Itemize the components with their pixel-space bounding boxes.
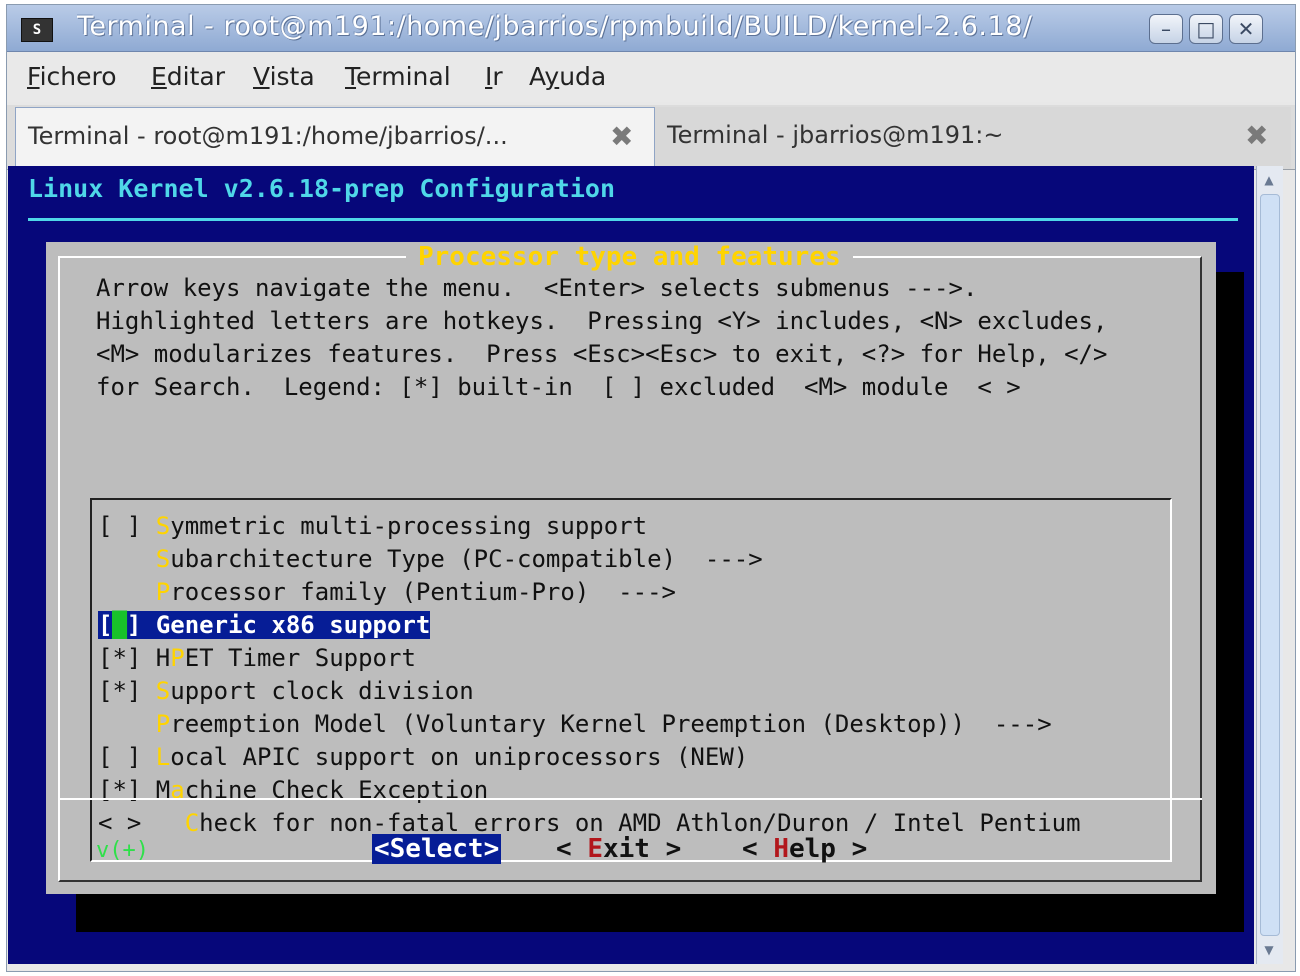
tab-label: Terminal - jbarrios@m191:~ bbox=[667, 121, 1004, 149]
dialog-title: Processor type and features bbox=[406, 242, 853, 272]
more-indicator: v(+) bbox=[96, 838, 149, 863]
help-text-line: Arrow keys navigate the menu. <Enter> se… bbox=[96, 274, 978, 302]
button-separator bbox=[58, 798, 1202, 800]
minimize-icon[interactable]: – bbox=[1149, 14, 1183, 44]
option-machine-check[interactable]: [*] Machine Check Exception bbox=[98, 776, 488, 808]
help-text-line: for Search. Legend: [*] built-in [ ] exc… bbox=[96, 373, 1021, 401]
header-rule bbox=[28, 218, 1238, 221]
menu-terminal[interactable]: Terminal bbox=[345, 62, 451, 91]
close-icon[interactable]: ✕ bbox=[1229, 14, 1263, 44]
option-preemption-model[interactable]: Preemption Model (Voluntary Kernel Preem… bbox=[98, 710, 1052, 742]
option-processor-family[interactable]: Processor family (Pentium-Pro) ---> bbox=[98, 578, 676, 610]
help-text-line: <M> modularizes features. Press <Esc><Es… bbox=[96, 340, 1108, 368]
select-button[interactable]: <Select> bbox=[372, 834, 502, 864]
tab-bar: Terminal - root@m191:/home/jbarrios/... … bbox=[7, 105, 1295, 170]
options-list: [ ] Symmetric multi-processing support S… bbox=[90, 498, 1172, 863]
option-clock-division[interactable]: [*] Support clock division bbox=[98, 677, 474, 709]
scroll-up-icon[interactable]: ▲ bbox=[1259, 170, 1279, 190]
help-text-line: Highlighted letters are hotkeys. Pressin… bbox=[96, 307, 1108, 335]
menu-vista[interactable]: Vista bbox=[253, 62, 315, 91]
menu-editar[interactable]: Editar bbox=[151, 62, 225, 91]
title-bar[interactable]: S Terminal - root@m191:/home/jbarrios/rp… bbox=[7, 5, 1295, 52]
close-tab-icon[interactable]: ✖ bbox=[610, 120, 633, 153]
help-button[interactable]: < Help > bbox=[742, 834, 867, 864]
scroll-down-icon[interactable]: ▼ bbox=[1259, 940, 1279, 960]
tab-jbarrios-terminal[interactable]: Terminal - jbarrios@m191:~ ✖ bbox=[655, 107, 1291, 169]
tab-root-terminal[interactable]: Terminal - root@m191:/home/jbarrios/... … bbox=[15, 107, 655, 169]
option-subarchitecture-type[interactable]: Subarchitecture Type (PC-compatible) ---… bbox=[98, 545, 763, 577]
scrollbar-thumb[interactable] bbox=[1260, 194, 1280, 936]
menu-ir[interactable]: Ir bbox=[485, 62, 503, 91]
option-symmetric-multiprocessing[interactable]: [ ] Symmetric multi-processing support bbox=[98, 512, 647, 544]
tab-label: Terminal - root@m191:/home/jbarrios/... bbox=[28, 122, 508, 150]
maximize-icon[interactable]: □ bbox=[1189, 14, 1223, 44]
config-header: Linux Kernel v2.6.18-prep Configuration bbox=[28, 174, 615, 203]
cursor-block: █ bbox=[112, 611, 127, 639]
option-local-apic[interactable]: [ ] Local APIC support on uniprocessors … bbox=[98, 743, 748, 775]
menuconfig-dialog: Processor type and features Arrow keys n… bbox=[46, 242, 1216, 894]
option-generic-x86-support[interactable]: [█] Generic x86 support bbox=[98, 611, 431, 643]
exit-button[interactable]: < Exit > bbox=[556, 834, 681, 864]
menu-ayuda[interactable]: Ayuda bbox=[529, 62, 606, 91]
option-hpet-timer-support[interactable]: [*] HPET Timer Support bbox=[98, 644, 416, 676]
menu-fichero[interactable]: Fichero bbox=[27, 62, 117, 91]
close-tab-icon[interactable]: ✖ bbox=[1245, 119, 1268, 152]
terminal-scrollbar[interactable]: ▲ ▼ bbox=[1256, 166, 1283, 964]
terminal-app-icon: S bbox=[21, 18, 53, 42]
terminal-screen[interactable]: Linux Kernel v2.6.18-prep Configuration … bbox=[8, 166, 1254, 964]
menu-bar: Fichero Editar Vista Terminal Ir Ayuda bbox=[7, 52, 1295, 102]
window-title: Terminal - root@m191:/home/jbarrios/rpmb… bbox=[77, 11, 1033, 42]
